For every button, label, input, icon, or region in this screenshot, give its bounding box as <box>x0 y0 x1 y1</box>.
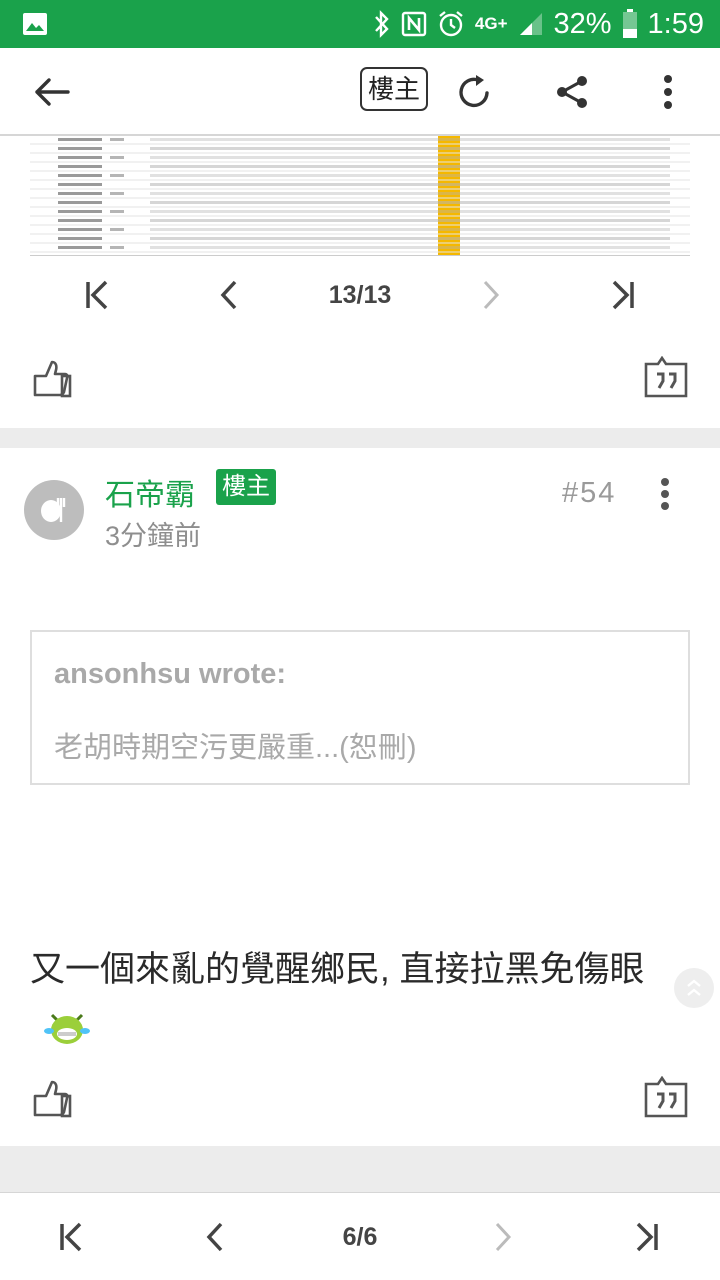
thumbs-up-icon <box>33 360 72 398</box>
scroll-to-top-button[interactable] <box>674 968 714 1008</box>
image-page-indicator: 13/13 <box>328 280 392 309</box>
post-divider <box>0 428 720 448</box>
page-indicator: 6/6 <box>342 1222 378 1251</box>
bottom-page-pager: 6/6 <box>0 1192 720 1280</box>
status-bar: 4G+ 32% 1:59 <box>0 0 720 48</box>
network-type-label: 4G+ <box>474 14 508 33</box>
quote-author: ansonhsu wrote: <box>54 658 287 690</box>
post-body-text: 又一個來亂的覺醒鄉民, 直接拉黑免傷眼 <box>30 950 645 989</box>
owner-badge: 樓主 <box>216 469 276 505</box>
thumbs-up-icon <box>33 1080 72 1118</box>
bluetooth-icon <box>373 10 391 38</box>
clock: 1:59 <box>647 7 704 40</box>
double-chevron-icon <box>687 979 701 996</box>
battery-percent: 32% <box>553 7 612 40</box>
page-first-button[interactable] <box>46 1202 96 1272</box>
image-pager: 13/13 <box>0 260 720 330</box>
battery-icon <box>622 9 638 39</box>
quote-text: 老胡時期空污更嚴重...(恕刪) <box>54 732 417 764</box>
image-first-button[interactable] <box>72 260 122 330</box>
attached-table-image[interactable] <box>30 136 690 256</box>
first-page-icon <box>86 280 108 310</box>
chevron-right-icon <box>483 280 500 310</box>
post-body: 又一個來亂的覺醒鄉民, 直接拉黑免傷眼 <box>30 938 690 1068</box>
post-more-button[interactable] <box>640 474 690 514</box>
refresh-icon <box>459 75 489 108</box>
image-last-button[interactable] <box>598 260 648 330</box>
quote-icon <box>644 355 688 398</box>
page-prev-button[interactable] <box>190 1202 240 1272</box>
default-avatar-icon <box>41 498 66 522</box>
footer-divider <box>0 1146 720 1192</box>
nfc-icon <box>401 11 427 37</box>
quote-block[interactable]: ansonhsu wrote: 老胡時期空污更嚴重...(恕刪) <box>30 630 690 785</box>
quote-reply-button[interactable] <box>644 1075 688 1118</box>
refresh-button[interactable] <box>450 66 502 118</box>
first-page-icon <box>60 1222 82 1252</box>
page-last-button[interactable] <box>622 1202 672 1272</box>
like-button[interactable] <box>32 1078 74 1120</box>
owner-only-filter-button[interactable]: 樓主 <box>360 67 428 111</box>
chevron-left-icon <box>220 280 237 310</box>
share-button[interactable] <box>546 66 598 118</box>
laughing-emoji-icon <box>44 1004 90 1068</box>
back-arrow-icon <box>35 78 70 106</box>
more-vertical-icon <box>664 75 672 109</box>
alarm-icon <box>437 10 465 38</box>
page-next-button[interactable] <box>478 1202 528 1272</box>
chevron-right-icon <box>495 1222 512 1252</box>
page-pager: 6/6 <box>0 1202 720 1272</box>
image-prev-button[interactable] <box>204 260 254 330</box>
like-button[interactable] <box>32 358 74 400</box>
share-icon <box>557 76 587 108</box>
back-button[interactable] <box>26 66 78 118</box>
post-floor-number: #54 <box>562 477 617 509</box>
avatar[interactable] <box>24 480 84 540</box>
top-toolbar: 樓主 <box>0 48 720 136</box>
chevron-left-icon <box>206 1222 223 1252</box>
post-timestamp: 3分鐘前 <box>105 521 202 551</box>
quote-reply-button[interactable] <box>644 355 688 398</box>
more-vertical-icon <box>661 478 669 510</box>
image-notification-icon <box>22 12 48 41</box>
image-next-button[interactable] <box>466 260 516 330</box>
last-page-icon <box>612 280 634 310</box>
last-page-icon <box>636 1222 658 1252</box>
post-author-name[interactable]: 石帝霸 <box>105 470 195 514</box>
signal-icon <box>518 11 544 37</box>
quote-icon <box>644 1075 688 1118</box>
more-options-button[interactable] <box>642 66 694 118</box>
